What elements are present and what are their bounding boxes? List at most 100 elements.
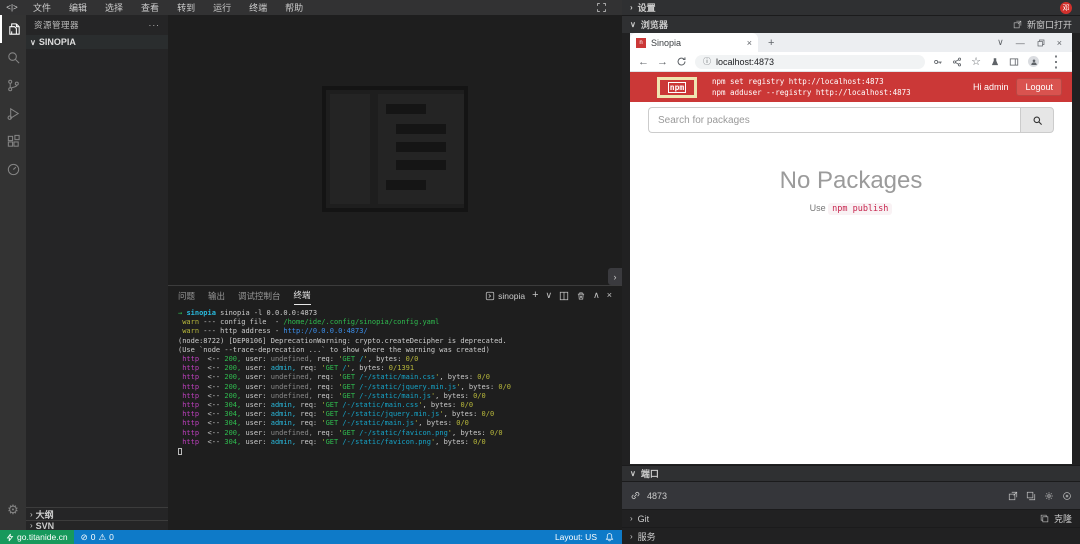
port-row-4873[interactable]: 4873: [622, 481, 1080, 509]
terminal-line: http <-- 200, user: admin, req: 'GET /',…: [178, 364, 622, 373]
browser-section-header[interactable]: ∨ 浏览器 新窗口打开: [622, 15, 1080, 33]
explorer-title: 资源管理器: [34, 19, 79, 31]
open-in-browser-icon[interactable]: [1008, 491, 1018, 501]
settings-section-header[interactable]: › 设置 邓: [622, 0, 1080, 15]
chevron-right-icon: ›: [630, 532, 633, 541]
outline-label: 大纲: [36, 508, 54, 521]
menu-item[interactable]: 查看: [132, 1, 168, 14]
browser-label: 浏览器: [641, 18, 668, 31]
split-terminal-icon[interactable]: [559, 291, 569, 301]
terminal-line: http <-- 304, user: admin, req: 'GET /-/…: [178, 410, 622, 419]
services-section-header[interactable]: › 服务: [622, 527, 1080, 544]
chevron-down-icon: ∨: [630, 20, 636, 29]
tab-output[interactable]: 输出: [208, 287, 225, 305]
registry-commands: npm set registry http://localhost:4873 n…: [712, 76, 911, 98]
terminal-line: http <-- 304, user: admin, req: 'GET /-/…: [178, 401, 622, 410]
preview-icon[interactable]: [1026, 491, 1036, 501]
npm-favicon: n: [636, 38, 646, 48]
chevron-right-icon: ›: [30, 510, 33, 519]
close-window-icon[interactable]: ×: [1057, 38, 1062, 48]
npm-logo: npm: [657, 77, 697, 98]
git-section-header[interactable]: › Git 克隆: [622, 509, 1080, 527]
minimize-window-icon[interactable]: —: [1016, 38, 1025, 48]
menu-item[interactable]: 终端: [240, 1, 276, 14]
panel-tab-bar: 问题 输出 调试控制台 终端 sinopia + ∨ ∧ ×: [168, 286, 622, 305]
editor-area: [168, 15, 622, 285]
ports-section-header[interactable]: ∨ 端口: [622, 465, 1080, 481]
port-number: 4873: [647, 491, 667, 501]
settings-gear-icon[interactable]: ⚙: [0, 502, 26, 518]
title-bar: <|> 文件编辑选择查看转到运行终端帮助: [0, 0, 622, 15]
stop-port-icon[interactable]: [1062, 491, 1072, 501]
search-input[interactable]: [648, 107, 1020, 133]
logout-button[interactable]: Logout: [1016, 78, 1062, 96]
password-key-icon[interactable]: [933, 57, 943, 67]
kill-terminal-icon[interactable]: [576, 291, 586, 301]
terminal-process-icon: [485, 291, 495, 301]
bookmark-star-icon[interactable]: ☆: [971, 55, 981, 68]
site-info-icon[interactable]: ⓘ: [703, 56, 711, 67]
port-settings-icon[interactable]: [1044, 491, 1054, 501]
forward-icon[interactable]: →: [657, 56, 668, 68]
folder-sinopia[interactable]: ∨ SINOPIA: [26, 35, 168, 49]
folder-label: SINOPIA: [39, 37, 76, 47]
remote-indicator[interactable]: go.titanide.cn: [0, 530, 74, 544]
timer-icon[interactable]: [0, 155, 26, 183]
open-new-window-button[interactable]: 新窗口打开: [1013, 18, 1072, 31]
app-logo-icon: <|>: [0, 3, 24, 12]
terminal-dropdown-icon[interactable]: ∨: [546, 291, 553, 300]
restore-window-icon[interactable]: [1037, 39, 1045, 47]
npm-logo-text: npm: [668, 82, 686, 93]
sidepanel-icon[interactable]: [1009, 57, 1019, 67]
services-label: 服务: [638, 530, 656, 543]
terminal-selector[interactable]: sinopia: [485, 291, 525, 301]
fullscreen-icon[interactable]: [597, 3, 606, 12]
terminal-line: http <-- 200, user: undefined, req: 'GET…: [178, 355, 622, 364]
notifications-bell-icon[interactable]: [605, 532, 614, 542]
terminal-line: warn --- config file - /home/ide/.config…: [178, 318, 622, 327]
tab-search-chevron-icon[interactable]: ∨: [997, 37, 1004, 48]
problems-status[interactable]: ⊘ 0 ⚠ 0: [74, 532, 121, 543]
browser-tab-sinopia[interactable]: n Sinopia ×: [630, 33, 758, 52]
tab-terminal[interactable]: 终端: [294, 286, 311, 305]
user-avatar[interactable]: 邓: [1060, 2, 1072, 14]
explorer-icon[interactable]: [0, 15, 26, 43]
layout-indicator[interactable]: Layout: US: [555, 532, 597, 542]
browser-menu-kebab-icon[interactable]: ⋮: [1048, 52, 1064, 72]
menu-item[interactable]: 帮助: [276, 1, 312, 14]
close-tab-icon[interactable]: ×: [747, 38, 752, 48]
menu-item[interactable]: 选择: [96, 1, 132, 14]
reload-icon[interactable]: [676, 56, 687, 67]
panel-expand-button[interactable]: ›: [608, 268, 622, 285]
warning-icon: ⚠: [98, 532, 106, 543]
svn-section[interactable]: › SVN: [26, 520, 168, 530]
menu-item[interactable]: 转到: [168, 1, 204, 14]
tab-debug-console[interactable]: 调试控制台: [238, 287, 281, 305]
source-control-icon[interactable]: [0, 71, 26, 99]
git-clone-button[interactable]: 克隆: [1040, 512, 1072, 525]
more-actions-icon[interactable]: ···: [149, 20, 161, 30]
new-terminal-icon[interactable]: +: [532, 290, 538, 301]
profile-avatar-icon[interactable]: [1028, 56, 1039, 67]
embedded-browser: n Sinopia × + ∨ — × ← → ⓘ localhost:4873: [630, 33, 1072, 464]
address-bar[interactable]: ⓘ localhost:4873: [695, 55, 925, 69]
share-icon[interactable]: [952, 57, 962, 67]
extensions-icon[interactable]: [0, 127, 26, 155]
close-panel-icon[interactable]: ×: [607, 291, 612, 300]
maximize-panel-icon[interactable]: ∧: [593, 291, 600, 300]
chevron-right-icon: ›: [630, 3, 633, 12]
new-tab-icon[interactable]: +: [768, 37, 774, 49]
menu-item[interactable]: 运行: [204, 1, 240, 14]
extension-flask-icon[interactable]: [990, 57, 1000, 67]
search-button[interactable]: [1020, 107, 1054, 133]
terminal-output[interactable]: → sinopia sinopia -l 0.0.0.0:4873 warn -…: [168, 305, 622, 456]
clone-label: 克隆: [1054, 512, 1072, 525]
tab-problems[interactable]: 问题: [178, 287, 195, 305]
menu-item[interactable]: 编辑: [60, 1, 96, 14]
search-icon[interactable]: [0, 43, 26, 71]
terminal-name: sinopia: [498, 291, 525, 301]
outline-section[interactable]: › 大纲: [26, 507, 168, 520]
run-debug-icon[interactable]: [0, 99, 26, 127]
back-icon[interactable]: ←: [638, 56, 649, 68]
menu-item[interactable]: 文件: [24, 1, 60, 14]
